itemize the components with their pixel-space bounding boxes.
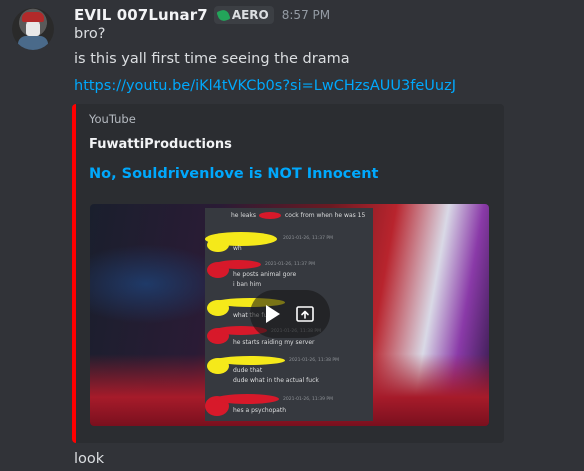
play-icon[interactable] xyxy=(266,305,280,323)
red-scribble xyxy=(215,394,279,404)
shot-line: dude what in the actual fuck xyxy=(233,377,319,384)
video-thumbnail[interactable]: he leaks cock from when he was 15 2021-0… xyxy=(90,204,489,426)
embed-provider: YouTube xyxy=(89,112,136,126)
message-line-1: bro? xyxy=(74,26,106,42)
message-link[interactable]: https://youtu.be/iKl4tVKCb0s?si=LwCHzsAU… xyxy=(74,78,456,94)
shot-line: i ban him xyxy=(233,281,262,288)
link-embed: YouTube FuwattiProductions No, Souldrive… xyxy=(72,104,504,443)
message-line-2: is this yall first time seeing the drama xyxy=(74,51,350,67)
shot-timestamp: 2021-01-26, 11:37 PM xyxy=(283,236,334,241)
shot-line: he starts raiding my server xyxy=(233,339,315,346)
open-external-icon[interactable] xyxy=(296,306,314,322)
message-line-followup: look xyxy=(74,451,105,467)
user-avatar[interactable] xyxy=(12,8,54,50)
server-tag[interactable]: AERO xyxy=(213,6,274,24)
server-tag-label: AERO xyxy=(231,8,269,22)
avatar-hat xyxy=(22,12,44,22)
shot-timestamp: 2021-01-26, 11:37 PM xyxy=(265,262,316,267)
avatar-face xyxy=(26,22,40,36)
avatar-coat xyxy=(18,36,48,50)
username[interactable]: EVIL 007Lunar7 xyxy=(74,6,208,24)
video-controls xyxy=(250,290,330,338)
message-header: EVIL 007Lunar7 AERO 8:57 PM xyxy=(74,5,330,25)
shot-timestamp: 2021-01-26, 11:38 PM xyxy=(289,358,340,363)
chat-message: EVIL 007Lunar7 AERO 8:57 PM bro? is this… xyxy=(0,0,584,471)
shot-line: wh xyxy=(233,245,242,252)
embed-author[interactable]: FuwattiProductions xyxy=(89,137,232,152)
embed-title[interactable]: No, Souldrivenlove is NOT Innocent xyxy=(89,166,378,182)
shot-line: hes a psychopath xyxy=(233,407,287,414)
red-scribble xyxy=(215,260,261,269)
yellow-scribble xyxy=(207,238,229,252)
yellow-scribble xyxy=(215,356,285,365)
shot-line: dude that xyxy=(233,367,263,374)
shot-line: he leaks xyxy=(231,212,257,219)
shot-line: cock from when he was 15 xyxy=(285,212,366,219)
leaf-icon xyxy=(216,7,231,23)
red-scribble xyxy=(259,212,281,219)
message-timestamp[interactable]: 8:57 PM xyxy=(282,8,330,22)
shot-line: he posts animal gore xyxy=(233,271,297,278)
shot-timestamp: 2021-01-26, 11:39 PM xyxy=(283,397,334,402)
